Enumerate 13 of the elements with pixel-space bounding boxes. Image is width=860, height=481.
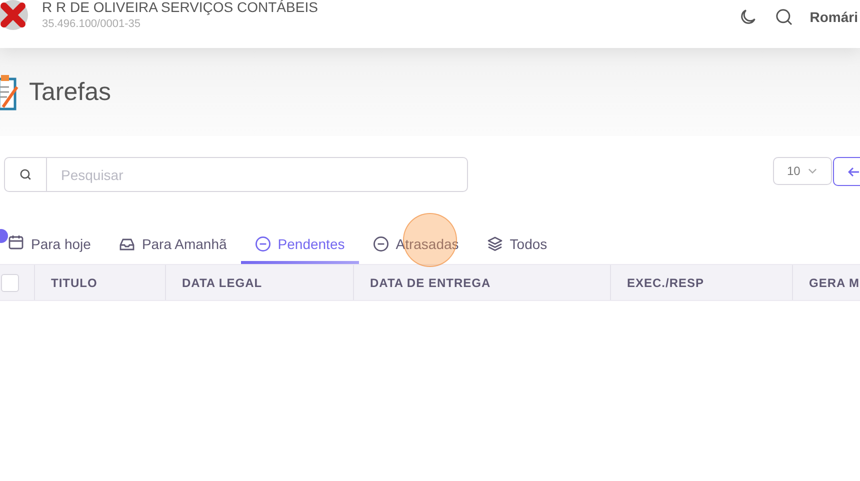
column-header[interactable]: DATA DE ENTREGA — [370, 276, 491, 290]
filter-tab[interactable]: Para hoje — [0, 228, 105, 264]
filter-tab[interactable]: Para Amanhã — [104, 228, 241, 264]
column-header[interactable]: TITULO — [51, 276, 98, 290]
user-name[interactable]: Romári — [810, 9, 858, 25]
company-id: 35.496.100/0001-35 — [42, 18, 142, 30]
page-title: Tarefas — [29, 78, 111, 106]
column-header[interactable]: DATA LEGAL — [182, 276, 262, 290]
column-header[interactable]: EXEC./RESP — [627, 276, 704, 290]
filter-tab[interactable]: Todos — [472, 228, 562, 264]
column-header[interactable]: GERA M — [809, 276, 860, 290]
page-size-select[interactable]: 10 — [773, 157, 832, 185]
company-name: R R DE OLIVEIRA SERVIÇOS CONTÁBEIS — [42, 0, 318, 15]
